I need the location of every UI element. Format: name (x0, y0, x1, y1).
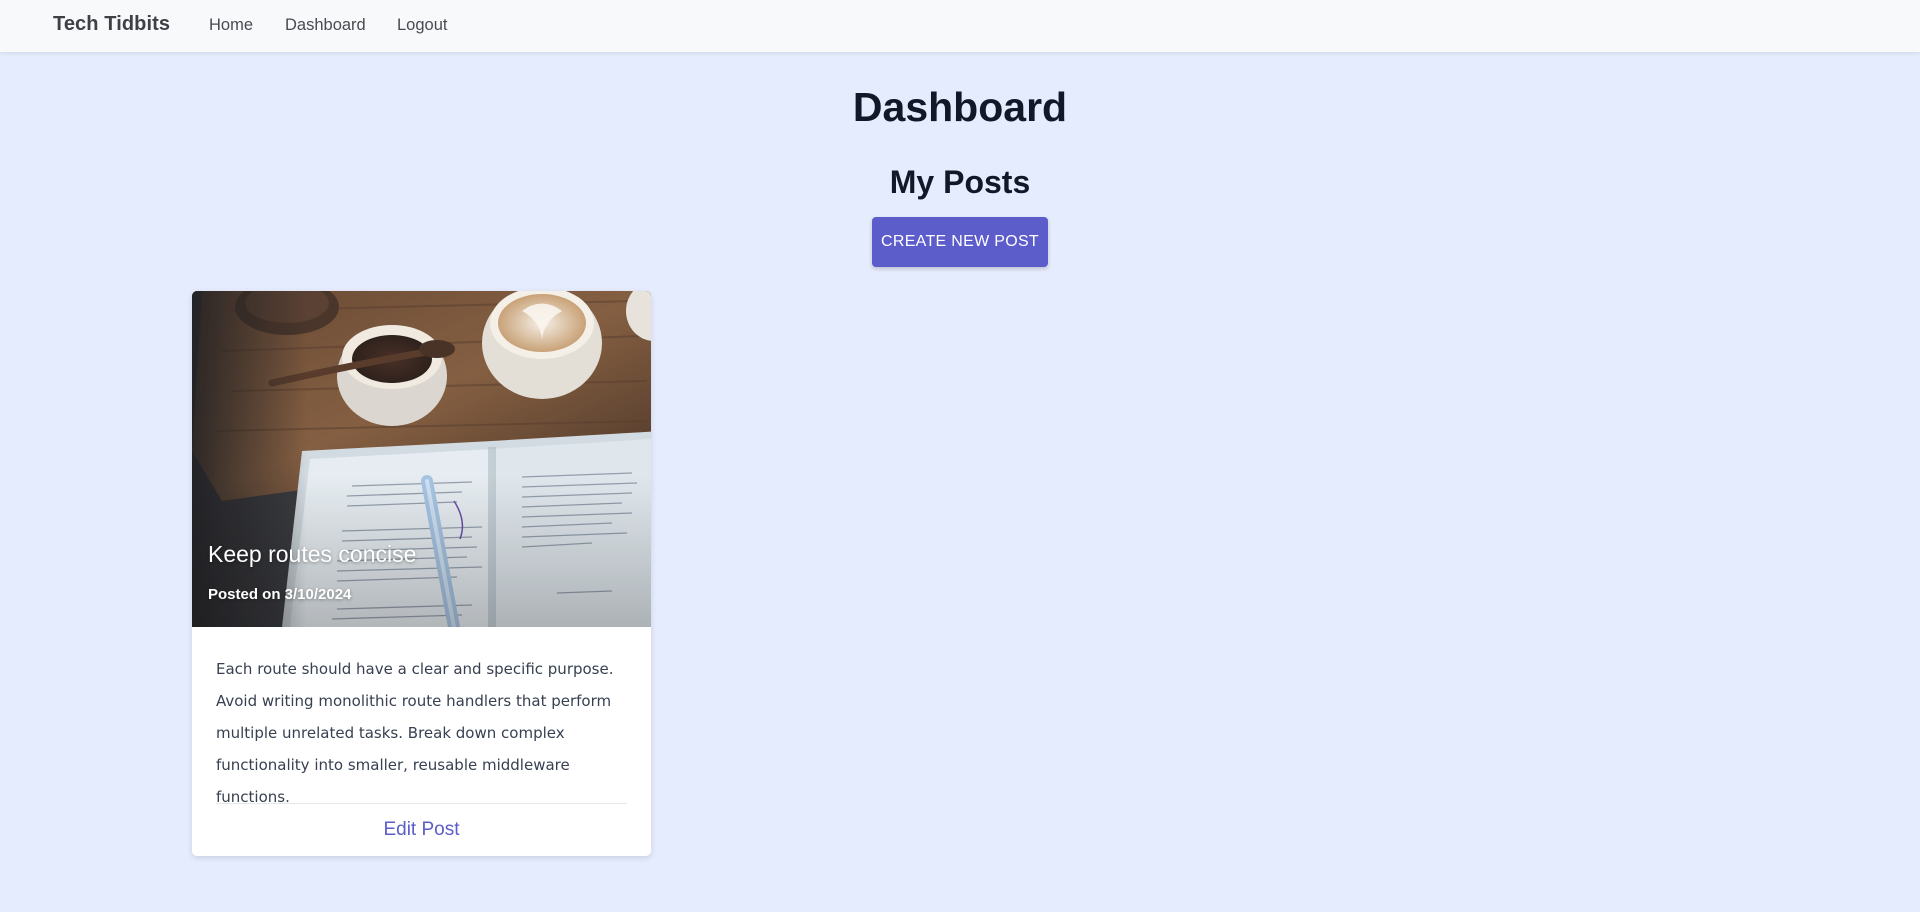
top-navbar: Tech Tidbits Home Dashboard Logout (0, 0, 1920, 52)
post-cover-image: Keep routes concise Posted on 3/10/2024 (192, 291, 651, 627)
nav-link-logout[interactable]: Logout (397, 16, 447, 35)
card-divider (216, 803, 627, 804)
nav-link-dashboard[interactable]: Dashboard (285, 16, 366, 35)
post-date: Posted on 3/10/2024 (208, 586, 352, 603)
post-card: Keep routes concise Posted on 3/10/2024 … (192, 291, 651, 856)
edit-post-link[interactable]: Edit Post (192, 819, 651, 841)
page-title: Dashboard (852, 84, 1068, 130)
post-title: Keep routes concise (208, 541, 417, 567)
section-title: My Posts (889, 164, 1031, 200)
create-new-post-button[interactable]: CREATE NEW POST (872, 217, 1048, 267)
nav-link-home[interactable]: Home (209, 16, 253, 35)
post-body-text: Each route should have a clear and speci… (216, 660, 614, 806)
brand-logo-text[interactable]: Tech Tidbits (53, 13, 170, 36)
